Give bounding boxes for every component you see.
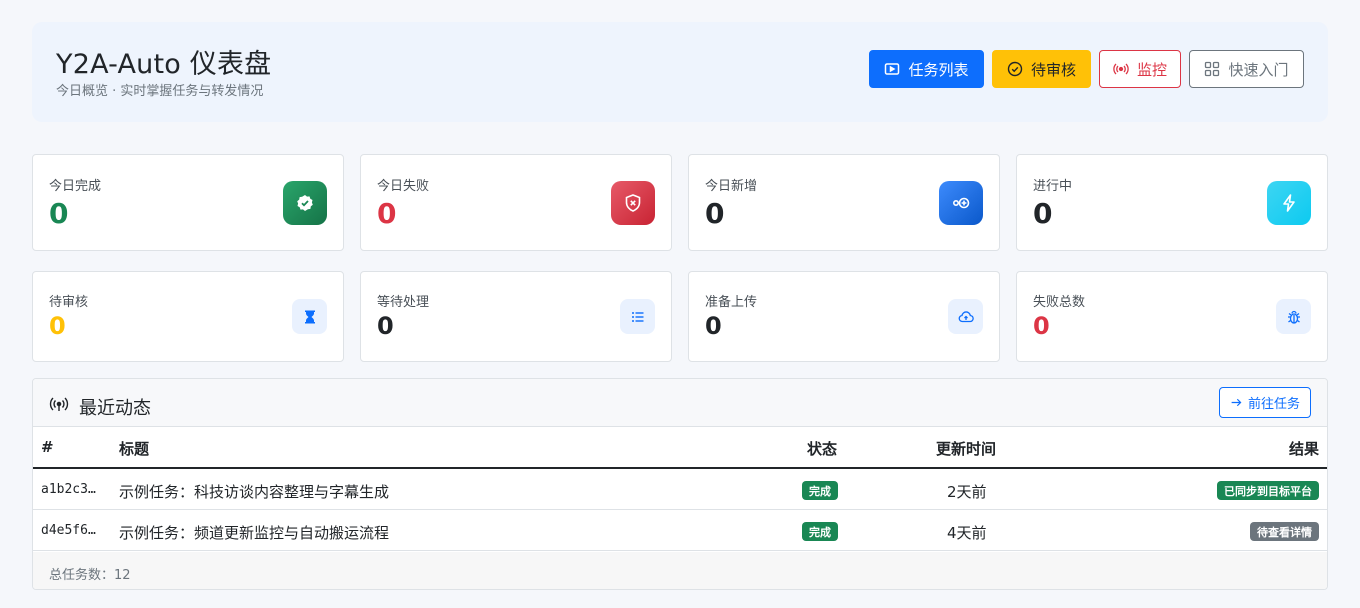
task-id: d4e5f6…	[41, 523, 96, 538]
stat-label: 失败总数	[1033, 295, 1086, 310]
monitor-label: 监控	[1136, 60, 1167, 79]
badge-check-icon	[283, 181, 327, 225]
total-tasks-count: 总任务数：12	[49, 568, 131, 583]
goto-tasks-label: 前往任务	[1247, 397, 1300, 412]
video-icon	[885, 63, 900, 75]
task-list-button[interactable]: 任务列表	[869, 50, 984, 88]
result-badge: 已同步到目标平台	[1217, 481, 1319, 500]
plus-circle-icon	[939, 181, 983, 225]
status-badge: 完成	[802, 522, 838, 541]
bug-icon	[1276, 299, 1311, 334]
stat-today-completed: 今日完成 0	[32, 154, 344, 251]
stat-in-progress: 进行中 0	[1016, 154, 1328, 251]
dashboard-header: Y2A-Auto 仪表盘 今日概览 · 实时掌握任务与转发情况 任务列表 待审核…	[32, 22, 1328, 122]
stat-label: 今日失败	[377, 179, 430, 194]
stat-label: 准备上传	[705, 295, 758, 310]
arrow-right-icon	[1231, 398, 1242, 407]
stat-pending-review: 待审核 0	[32, 271, 344, 362]
hourglass-icon	[292, 299, 327, 334]
task-list-label: 任务列表	[908, 60, 969, 79]
cloud-upload-icon	[948, 299, 983, 334]
task-title-link[interactable]: 示例任务：频道更新监控与自动搬运流程	[119, 522, 389, 543]
page-subtitle: 今日概览 · 实时掌握任务与转发情况	[56, 84, 264, 99]
stat-label: 今日完成	[49, 179, 102, 194]
monitor-button[interactable]: 监控	[1099, 50, 1181, 88]
stat-value: 0	[377, 197, 397, 230]
updated-time: 2天前	[947, 483, 987, 501]
stat-value: 0	[1033, 197, 1053, 230]
recent-activity-panel: 最近动态 前往任务 # 标题 状态 更新时间 结果 a1b2c3… 示例任务：科…	[32, 378, 1328, 590]
result-badge: 待查看详情	[1250, 522, 1319, 541]
panel-title: 最近动态	[79, 398, 151, 419]
stat-label: 等待处理	[377, 295, 430, 310]
column-header-id: #	[41, 438, 54, 456]
broadcast-icon	[49, 397, 69, 411]
stat-ready-upload: 准备上传 0	[688, 271, 1000, 362]
quick-start-label: 快速入门	[1228, 60, 1289, 79]
stat-waiting: 等待处理 0	[360, 271, 672, 362]
column-header-status: 状态	[807, 440, 838, 458]
stat-label: 今日新增	[705, 179, 758, 194]
broadcast-icon	[1113, 63, 1129, 75]
stat-value: 0	[49, 197, 69, 230]
column-header-result: 结果	[1288, 440, 1319, 458]
updated-time: 4天前	[947, 524, 987, 542]
stat-today-new: 今日新增 0	[688, 154, 1000, 251]
pending-review-button[interactable]: 待审核	[992, 50, 1091, 88]
column-header-updated: 更新时间	[936, 440, 997, 458]
column-header-title: 标题	[119, 440, 150, 458]
check-circle-icon	[1007, 61, 1023, 77]
quick-start-button[interactable]: 快速入门	[1189, 50, 1304, 88]
list-icon	[620, 299, 655, 334]
panel-footer: 总任务数：12	[33, 552, 1327, 589]
stat-total-failed: 失败总数 0	[1016, 271, 1328, 362]
grid-icon	[1205, 61, 1220, 77]
goto-tasks-button[interactable]: 前往任务	[1219, 387, 1311, 418]
stat-today-failed: 今日失败 0	[360, 154, 672, 251]
table-row[interactable]: d4e5f6… 示例任务：频道更新监控与自动搬运流程 完成 4天前 待查看详情	[33, 510, 1327, 551]
shield-x-icon	[611, 181, 655, 225]
stat-value: 0	[705, 197, 725, 230]
task-id: a1b2c3…	[41, 482, 96, 497]
stat-value: 0	[1033, 312, 1050, 340]
pending-review-label: 待审核	[1030, 60, 1076, 79]
page-title: Y2A-Auto 仪表盘	[56, 49, 272, 80]
task-title-link[interactable]: 示例任务：科技访谈内容整理与字幕生成	[119, 481, 389, 502]
stat-label: 进行中	[1033, 179, 1073, 194]
status-badge: 完成	[802, 481, 838, 500]
stat-value: 0	[49, 312, 66, 340]
stat-value: 0	[377, 312, 394, 340]
lightning-icon	[1267, 181, 1311, 225]
panel-header: 最近动态 前往任务	[33, 379, 1327, 427]
stat-value: 0	[705, 312, 722, 340]
stat-label: 待审核	[49, 295, 89, 310]
table-row[interactable]: a1b2c3… 示例任务：科技访谈内容整理与字幕生成 完成 2天前 已同步到目标…	[33, 469, 1327, 510]
